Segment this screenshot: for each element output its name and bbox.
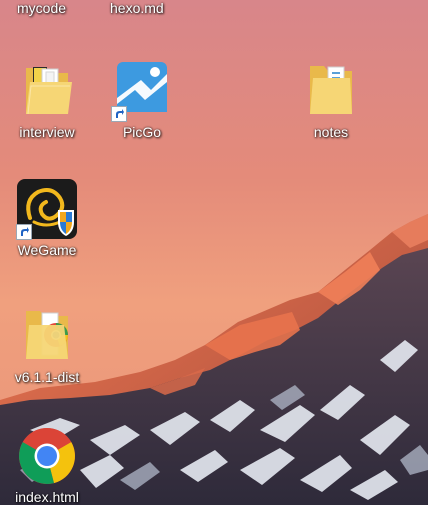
desktop[interactable]: mycode hexo.md interview PicGo notes WeG…: [0, 0, 428, 505]
shortcut-arrow-icon: [16, 224, 32, 240]
picgo-app-icon: [111, 60, 173, 122]
desktop-item-mycode-label[interactable]: mycode: [17, 0, 66, 16]
desktop-item-picgo[interactable]: PicGo: [100, 60, 184, 140]
desktop-item-label: index.html: [15, 489, 79, 505]
desktop-item-hexo-md-label[interactable]: hexo.md: [110, 0, 164, 16]
desktop-item-label: PicGo: [122, 124, 162, 140]
desktop-item-interview[interactable]: interview: [5, 60, 89, 140]
desktop-item-label: interview: [19, 124, 75, 140]
desktop-item-label: notes: [313, 124, 349, 140]
folder-with-files-icon: [300, 60, 362, 122]
folder-with-files-icon: [16, 60, 78, 122]
desktop-item-notes[interactable]: notes: [289, 60, 373, 140]
folder-with-files-icon: [16, 305, 78, 367]
desktop-item-label: WeGame: [17, 242, 77, 258]
desktop-item-wegame[interactable]: WeGame: [5, 178, 89, 258]
desktop-item-label: v6.1.1-dist: [14, 369, 80, 385]
desktop-item-v6-1-1-dist[interactable]: v6.1.1-dist: [5, 305, 89, 385]
wegame-app-icon: [16, 178, 78, 240]
desktop-item-index-html[interactable]: index.html: [5, 425, 89, 505]
chrome-icon: [16, 425, 78, 487]
shortcut-arrow-icon: [111, 106, 127, 122]
